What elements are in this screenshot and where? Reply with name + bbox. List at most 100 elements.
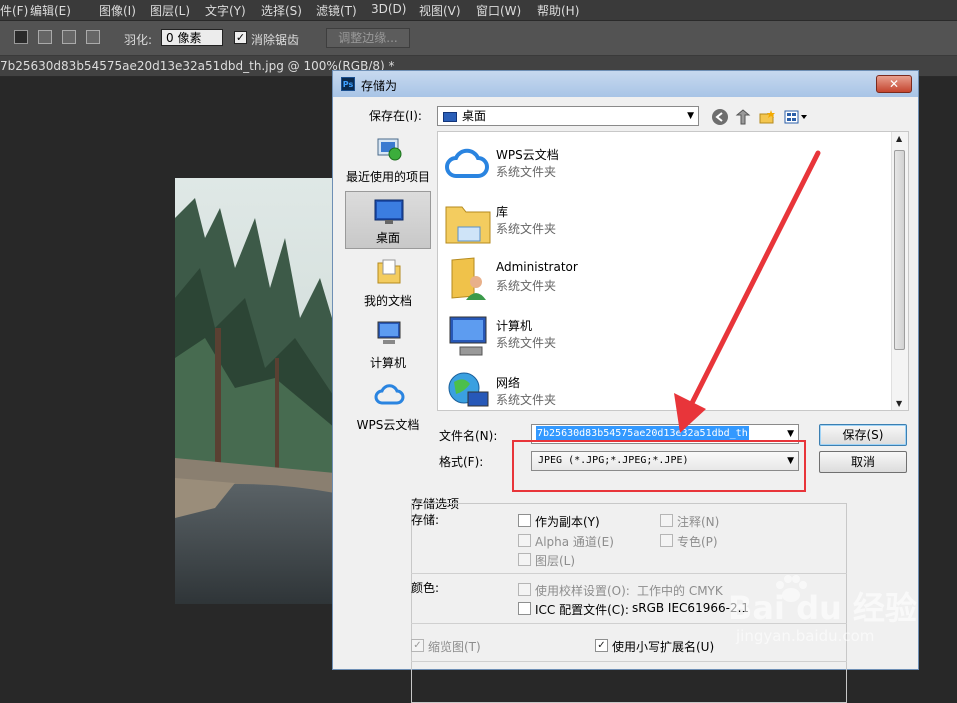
menu-window[interactable]: 窗口(W) [476, 2, 521, 19]
menu-layer[interactable]: 图层(L) [150, 2, 190, 19]
as-copy-label: 作为副本(Y) [535, 515, 600, 529]
menu-3d[interactable]: 3D(D) [371, 2, 406, 16]
thumbnail-label: 缩览图(T) [428, 640, 481, 654]
vertical-scrollbar[interactable]: ▲ ▼ [891, 132, 908, 410]
place-desktop[interactable]: 桌面 [345, 191, 431, 249]
feather-input[interactable]: 0 像素 [161, 29, 223, 46]
watermark-url: jingyan.baidu.com [736, 627, 875, 645]
file-type: 系统文件夹 [496, 393, 557, 407]
place-documents-label: 我的文档 [363, 294, 412, 308]
documents-folder-icon [377, 259, 401, 284]
divider [411, 573, 847, 574]
thumbnail-checkbox: ✓ [411, 639, 424, 652]
options-bar: 羽化: 0 像素 ✓ 消除锯齿 调整边缘... [0, 21, 957, 56]
place-documents[interactable]: 我的文档 [345, 253, 431, 311]
as-copy-checkbox[interactable] [518, 514, 531, 527]
save-in-dropdown[interactable]: 桌面 ▼ [437, 106, 699, 126]
close-button[interactable]: ✕ [876, 75, 912, 93]
filename-label: 文件名(N): [439, 429, 498, 443]
menu-type[interactable]: 文字(Y) [205, 2, 246, 19]
recent-items-icon [377, 138, 402, 161]
network-globe-icon [448, 372, 489, 407]
menu-edit[interactable]: 编辑(E) [30, 2, 71, 19]
baidu-watermark: Bai du 经验 jingyan.baidu.com [728, 575, 953, 650]
antialias-checkbox[interactable]: ✓ [234, 31, 247, 44]
subtract-selection-icon[interactable] [62, 30, 76, 44]
layers-label: 图层(L) [535, 554, 576, 568]
divider [411, 661, 847, 662]
scroll-down-icon[interactable]: ▼ [896, 399, 902, 408]
file-name: 库 [496, 205, 509, 219]
menu-help[interactable]: 帮助(H) [537, 2, 579, 19]
color-label: 颜色: [411, 581, 440, 595]
place-recent-label: 最近使用的项目 [345, 170, 430, 184]
file-type: 系统文件夹 [496, 279, 557, 293]
icc-label: ICC 配置文件(C): [535, 603, 629, 617]
place-desktop-label: 桌面 [375, 231, 400, 245]
place-recent[interactable]: 最近使用的项目 [345, 129, 431, 187]
red-arrow-annotation [674, 150, 821, 433]
storage-label: 存储: [411, 513, 440, 527]
place-computer[interactable]: 计算机 [345, 315, 431, 373]
lowercase-ext-checkbox[interactable]: ✓ [595, 639, 608, 652]
proof-checkbox [518, 583, 531, 596]
save-in-value: 桌面 [462, 109, 487, 123]
dialog-title: 存储为 [361, 79, 398, 93]
add-selection-icon[interactable] [38, 30, 52, 44]
file-type: 系统文件夹 [496, 336, 557, 350]
proof-label: 使用校样设置(O): [535, 584, 630, 598]
chevron-down-icon: ▼ [687, 111, 694, 121]
save-in-label: 保存在(I): [369, 109, 422, 123]
alpha-checkbox [518, 534, 531, 547]
up-folder-icon[interactable] [734, 108, 752, 126]
file-name: WPS云文档 [496, 148, 559, 162]
proof-value: 工作中的 CMYK [637, 584, 723, 598]
alpha-label: Alpha 通道(E) [535, 535, 614, 549]
menu-view[interactable]: 视图(V) [419, 2, 461, 19]
back-icon[interactable] [711, 108, 729, 126]
user-folder-icon [451, 257, 486, 300]
annotations-checkbox [660, 514, 673, 527]
spot-label: 专色(P) [677, 535, 718, 549]
menu-image[interactable]: 图像(I) [99, 2, 136, 19]
lowercase-ext-label: 使用小写扩展名(U) [612, 640, 715, 654]
menu-select[interactable]: 选择(S) [261, 2, 302, 19]
icc-checkbox[interactable] [518, 602, 531, 615]
place-wps-cloud-label: WPS云文档 [356, 418, 420, 432]
desktop-icon [374, 199, 404, 224]
refine-edge-button[interactable]: 调整边缘... [326, 28, 410, 48]
dialog-titlebar[interactable]: Ps 存储为 ✕ [333, 71, 918, 97]
forest-road-photo [175, 178, 335, 604]
places-sidebar: 最近使用的项目 桌面 我的文档 计算机 WPS云文档 [341, 129, 435, 489]
annotations-label: 注释(N) [677, 515, 720, 529]
file-type: 系统文件夹 [496, 165, 557, 179]
place-wps-cloud[interactable]: WPS云文档 [345, 377, 431, 435]
save-button[interactable]: 保存(S) [819, 424, 907, 446]
computer-icon [377, 321, 401, 344]
view-menu-icon[interactable] [783, 108, 809, 126]
new-selection-icon[interactable] [14, 30, 28, 44]
feather-label: 羽化: [124, 33, 153, 47]
antialias-label: 消除锯齿 [251, 33, 300, 47]
photoshop-icon: Ps [341, 77, 355, 91]
spot-checkbox [660, 534, 673, 547]
menu-filter[interactable]: 滤镜(T) [316, 2, 357, 19]
cloud-icon [374, 384, 405, 405]
library-folder-icon [445, 206, 491, 244]
layers-checkbox [518, 553, 531, 566]
highlight-box [512, 440, 806, 492]
place-computer-label: 计算机 [369, 356, 406, 370]
computer-icon [449, 316, 487, 356]
file-name: 计算机 [496, 319, 533, 333]
menu-file[interactable]: 件(F) [0, 2, 28, 19]
file-type: 系统文件夹 [496, 222, 557, 236]
scroll-thumb[interactable] [894, 150, 905, 350]
file-name: Administrator [496, 260, 578, 274]
new-folder-icon[interactable] [758, 108, 776, 126]
menu-bar: 件(F) 编辑(E) 图像(I) 图层(L) 文字(Y) 选择(S) 滤镜(T)… [0, 0, 957, 21]
scroll-up-icon[interactable]: ▲ [896, 134, 902, 143]
cancel-button[interactable]: 取消 [819, 451, 907, 473]
cloud-icon [445, 148, 489, 178]
intersect-selection-icon[interactable] [86, 30, 100, 44]
watermark-brand: Bai du 经验 [728, 589, 917, 627]
